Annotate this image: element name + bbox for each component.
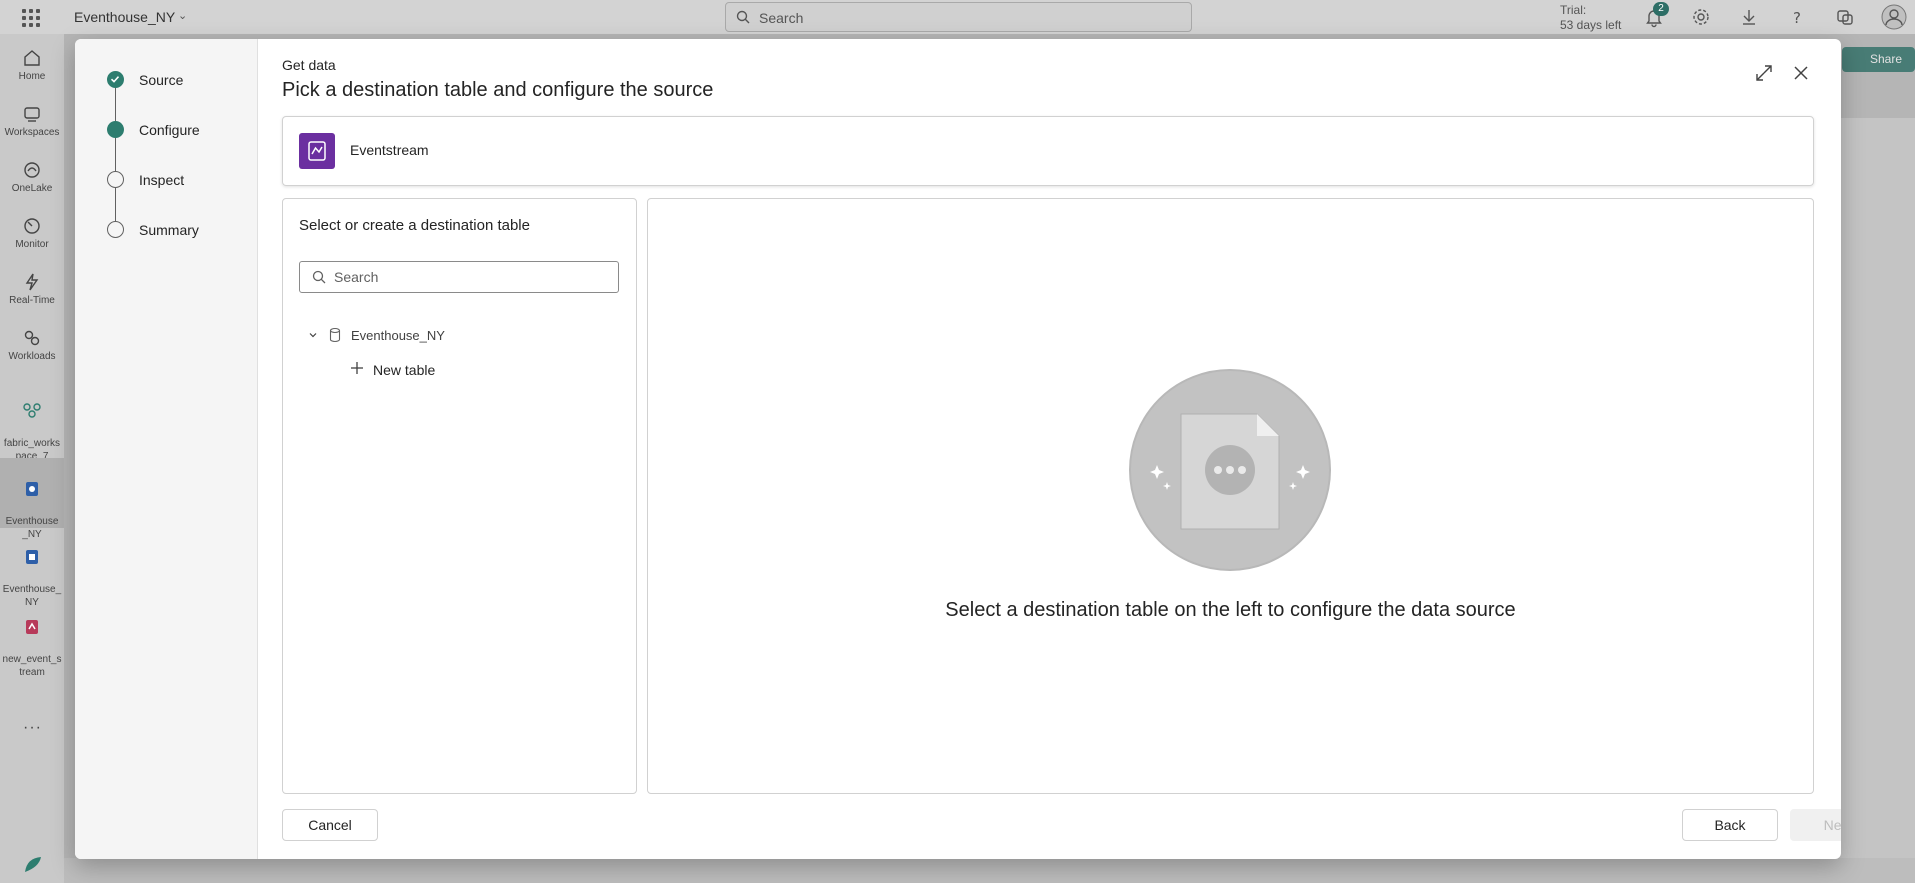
close-icon[interactable]: [1790, 62, 1812, 84]
destination-search-input[interactable]: [334, 268, 604, 286]
workspace-icon: [23, 403, 41, 418]
check-icon: [107, 71, 124, 88]
more-icon[interactable]: ···: [23, 719, 42, 737]
rail-item-real-time[interactable]: Real-Time: [0, 272, 64, 306]
expand-icon[interactable]: [1753, 62, 1775, 84]
eventstream-icon: [26, 620, 38, 634]
notification-count-badge: 2: [1653, 2, 1669, 16]
get-data-dialog: Source Configure Inspect Summary Get dat…: [75, 39, 1841, 859]
top-bar: Eventhouse_NY ⌄ Search Trial: 53 days le…: [0, 0, 1915, 34]
search-icon: [312, 270, 326, 284]
rail-item-workspaces[interactable]: Workspaces: [0, 104, 64, 138]
eventhouse-icon: [26, 482, 38, 496]
rail-item-kql-database[interactable]: Eventhouse_ NY: [0, 534, 64, 609]
empty-state-file-illustration-icon: [1129, 369, 1331, 571]
step-label: Summary: [139, 222, 199, 238]
empty-state-message: Select a destination table on the left t…: [945, 599, 1516, 621]
chevron-down-icon[interactable]: ⌄: [178, 9, 187, 22]
gear-icon[interactable]: [1690, 6, 1712, 28]
app-launcher-icon[interactable]: [22, 9, 40, 27]
back-button[interactable]: Back: [1682, 809, 1778, 841]
fabric-logo-icon[interactable]: [22, 854, 44, 874]
rail-item-monitor[interactable]: Monitor: [0, 216, 64, 250]
rail-label: Workspaces: [4, 127, 60, 138]
plus-icon[interactable]: [349, 360, 365, 376]
global-search-placeholder: Search: [759, 10, 804, 26]
destination-heading: Select or create a destination table: [299, 217, 530, 234]
source-card: Eventstream: [282, 116, 1814, 186]
onelake-icon: [24, 162, 40, 178]
rail-item-eventstream[interactable]: new_event_s tream: [0, 604, 64, 679]
stepper-line: [115, 81, 116, 231]
dialog-title: Pick a destination table and configure t…: [282, 79, 714, 101]
share-feedback-icon[interactable]: [1834, 6, 1856, 28]
background-bottom-bar: [64, 858, 1915, 883]
current-step-icon: [107, 121, 124, 138]
rail-label: OneLake: [11, 183, 53, 194]
rail-item-eventhouse[interactable]: Eventhouse _NY: [0, 458, 64, 540]
pending-step-icon: [107, 171, 124, 188]
dialog-content: Get data Pick a destination table and co…: [258, 39, 1841, 859]
trial-status: Trial: 53 days left: [1560, 3, 1621, 33]
kql-database-icon: [26, 550, 38, 564]
step-label: Inspect: [139, 172, 185, 188]
configuration-panel: Select a destination table on the left t…: [647, 198, 1814, 794]
eventstream-icon: [299, 133, 335, 169]
pending-step-icon: [107, 221, 124, 238]
database-icon: [329, 327, 341, 343]
rail-label: Real-Time: [9, 295, 55, 306]
rail-item-home[interactable]: Home: [0, 48, 64, 82]
breadcrumb: Get data: [282, 57, 336, 73]
destination-table-panel: Select or create a destination table Eve…: [282, 198, 637, 794]
avatar-icon[interactable]: [1881, 4, 1907, 30]
rail-item-onelake[interactable]: OneLake: [0, 160, 64, 194]
rail-label: new_event_s tream: [2, 654, 62, 678]
download-icon[interactable]: [1738, 6, 1760, 28]
global-search-box[interactable]: Search: [725, 2, 1192, 32]
source-name: Eventstream: [350, 142, 429, 158]
rail-label: Home: [18, 71, 46, 82]
new-table-button[interactable]: New table: [373, 362, 435, 378]
rail-item-workspace[interactable]: fabric_works pace_7: [0, 388, 64, 463]
tree-item-database[interactable]: Eventhouse_NY: [351, 328, 445, 343]
rail-label: Workloads: [8, 351, 56, 362]
share-label: Share: [1870, 52, 1903, 66]
destination-search-box[interactable]: [299, 261, 619, 293]
trial-label: Trial:: [1560, 3, 1587, 17]
cancel-button[interactable]: Cancel: [282, 809, 378, 841]
workloads-icon: [24, 330, 40, 346]
svg-text:?: ?: [1793, 9, 1801, 27]
step-label: Configure: [139, 122, 200, 138]
workspaces-icon: [24, 107, 40, 122]
help-icon[interactable]: ?: [1786, 6, 1808, 28]
monitor-icon: [24, 218, 40, 234]
real-time-icon: [25, 273, 39, 291]
search-icon: [736, 10, 750, 24]
left-navigation-rail: Home Workspaces OneLake Monitor Real-Tim…: [0, 34, 64, 883]
wizard-stepper: Source Configure Inspect Summary: [75, 39, 258, 859]
workspace-name[interactable]: Eventhouse_NY: [74, 9, 175, 25]
rail-item-workloads[interactable]: Workloads: [0, 328, 64, 362]
chevron-down-icon[interactable]: [307, 329, 319, 341]
home-icon: [24, 50, 40, 66]
share-button[interactable]: Share: [1842, 47, 1915, 72]
step-label: Source: [139, 72, 184, 88]
rail-label: Monitor: [15, 239, 49, 250]
next-button[interactable]: Next: [1790, 809, 1841, 841]
trial-days-left: 53 days left: [1560, 18, 1622, 32]
